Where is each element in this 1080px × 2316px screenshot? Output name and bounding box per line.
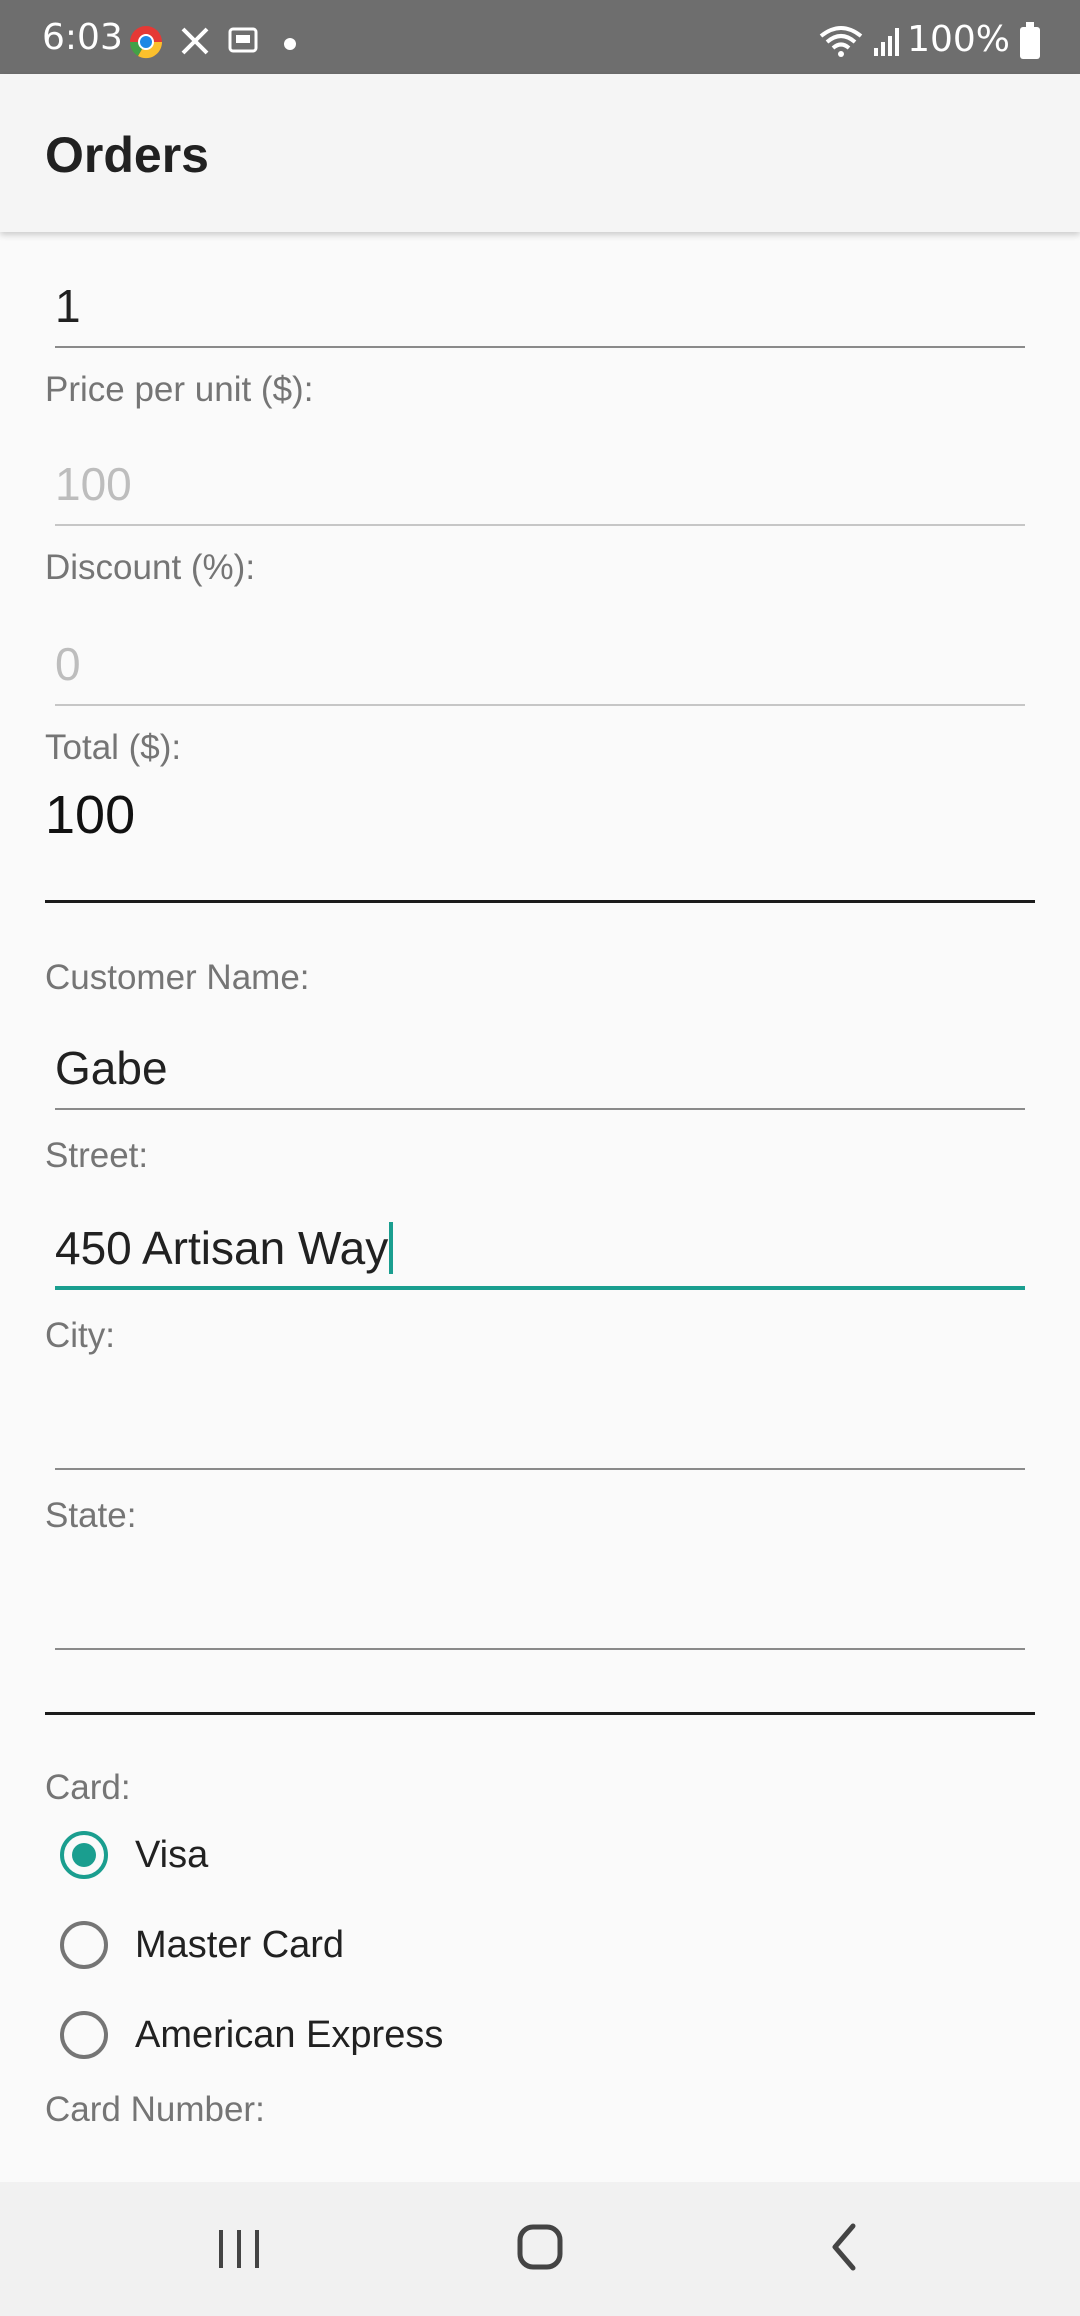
no-sim-icon [178,24,212,55]
radio-master-card[interactable]: Master Card [58,1914,758,1984]
state-label: State: [45,1496,137,1535]
radio-label: Master Card [135,1924,345,1966]
battery-percent: 100% [907,19,1010,60]
discount-input: 0 [55,622,1025,706]
recent-apps-button[interactable] [200,2212,280,2282]
order-form[interactable]: 1 Price per unit ($): 100 Discount (%): … [0,232,1080,2182]
quantity-input[interactable]: 1 [55,264,1025,348]
customer-name-label: Customer Name: [45,958,310,997]
card-label: Card: [45,1768,131,1807]
wifi-icon [818,24,864,57]
radio-checked-icon [60,1831,108,1879]
navigation-bar [0,2182,1080,2316]
page-title: Orders [45,127,209,183]
price-label: Price per unit ($): [45,370,314,409]
radio-american-express[interactable]: American Express [58,2004,758,2074]
price-input: 100 [55,442,1025,526]
status-bar: 6:03 100% [0,0,1080,74]
city-input[interactable] [55,1386,1025,1470]
notification-dot [284,38,296,50]
back-button[interactable] [805,2212,885,2282]
screenshot-icon [226,24,260,54]
radio-label: Visa [135,1834,209,1876]
city-label: City: [45,1316,115,1355]
signal-icon [872,24,904,56]
card-number-label: Card Number: [45,2090,265,2129]
battery-icon [1020,22,1040,59]
divider [45,1712,1035,1715]
discount-label: Discount (%): [45,548,256,587]
state-input[interactable] [55,1566,1025,1650]
total-label: Total ($): [45,728,182,767]
radio-unchecked-icon [60,2011,108,2059]
radio-unchecked-icon [60,1921,108,1969]
street-label: Street: [45,1136,149,1175]
customer-name-input[interactable]: Gabe [55,1026,1025,1110]
street-input-text: 450 Artisan Way [55,1222,389,1274]
text-cursor [389,1221,394,1274]
chrome-icon [128,24,163,59]
divider [45,900,1035,903]
status-time: 6:03 [42,17,123,58]
street-input[interactable]: 450 Artisan Way [55,1206,1025,1290]
total-value: 100 [45,785,136,845]
app-bar: Orders [0,74,1080,232]
radio-label: American Express [135,2014,444,2056]
home-button[interactable] [500,2212,580,2282]
radio-visa[interactable]: Visa [58,1824,758,1894]
